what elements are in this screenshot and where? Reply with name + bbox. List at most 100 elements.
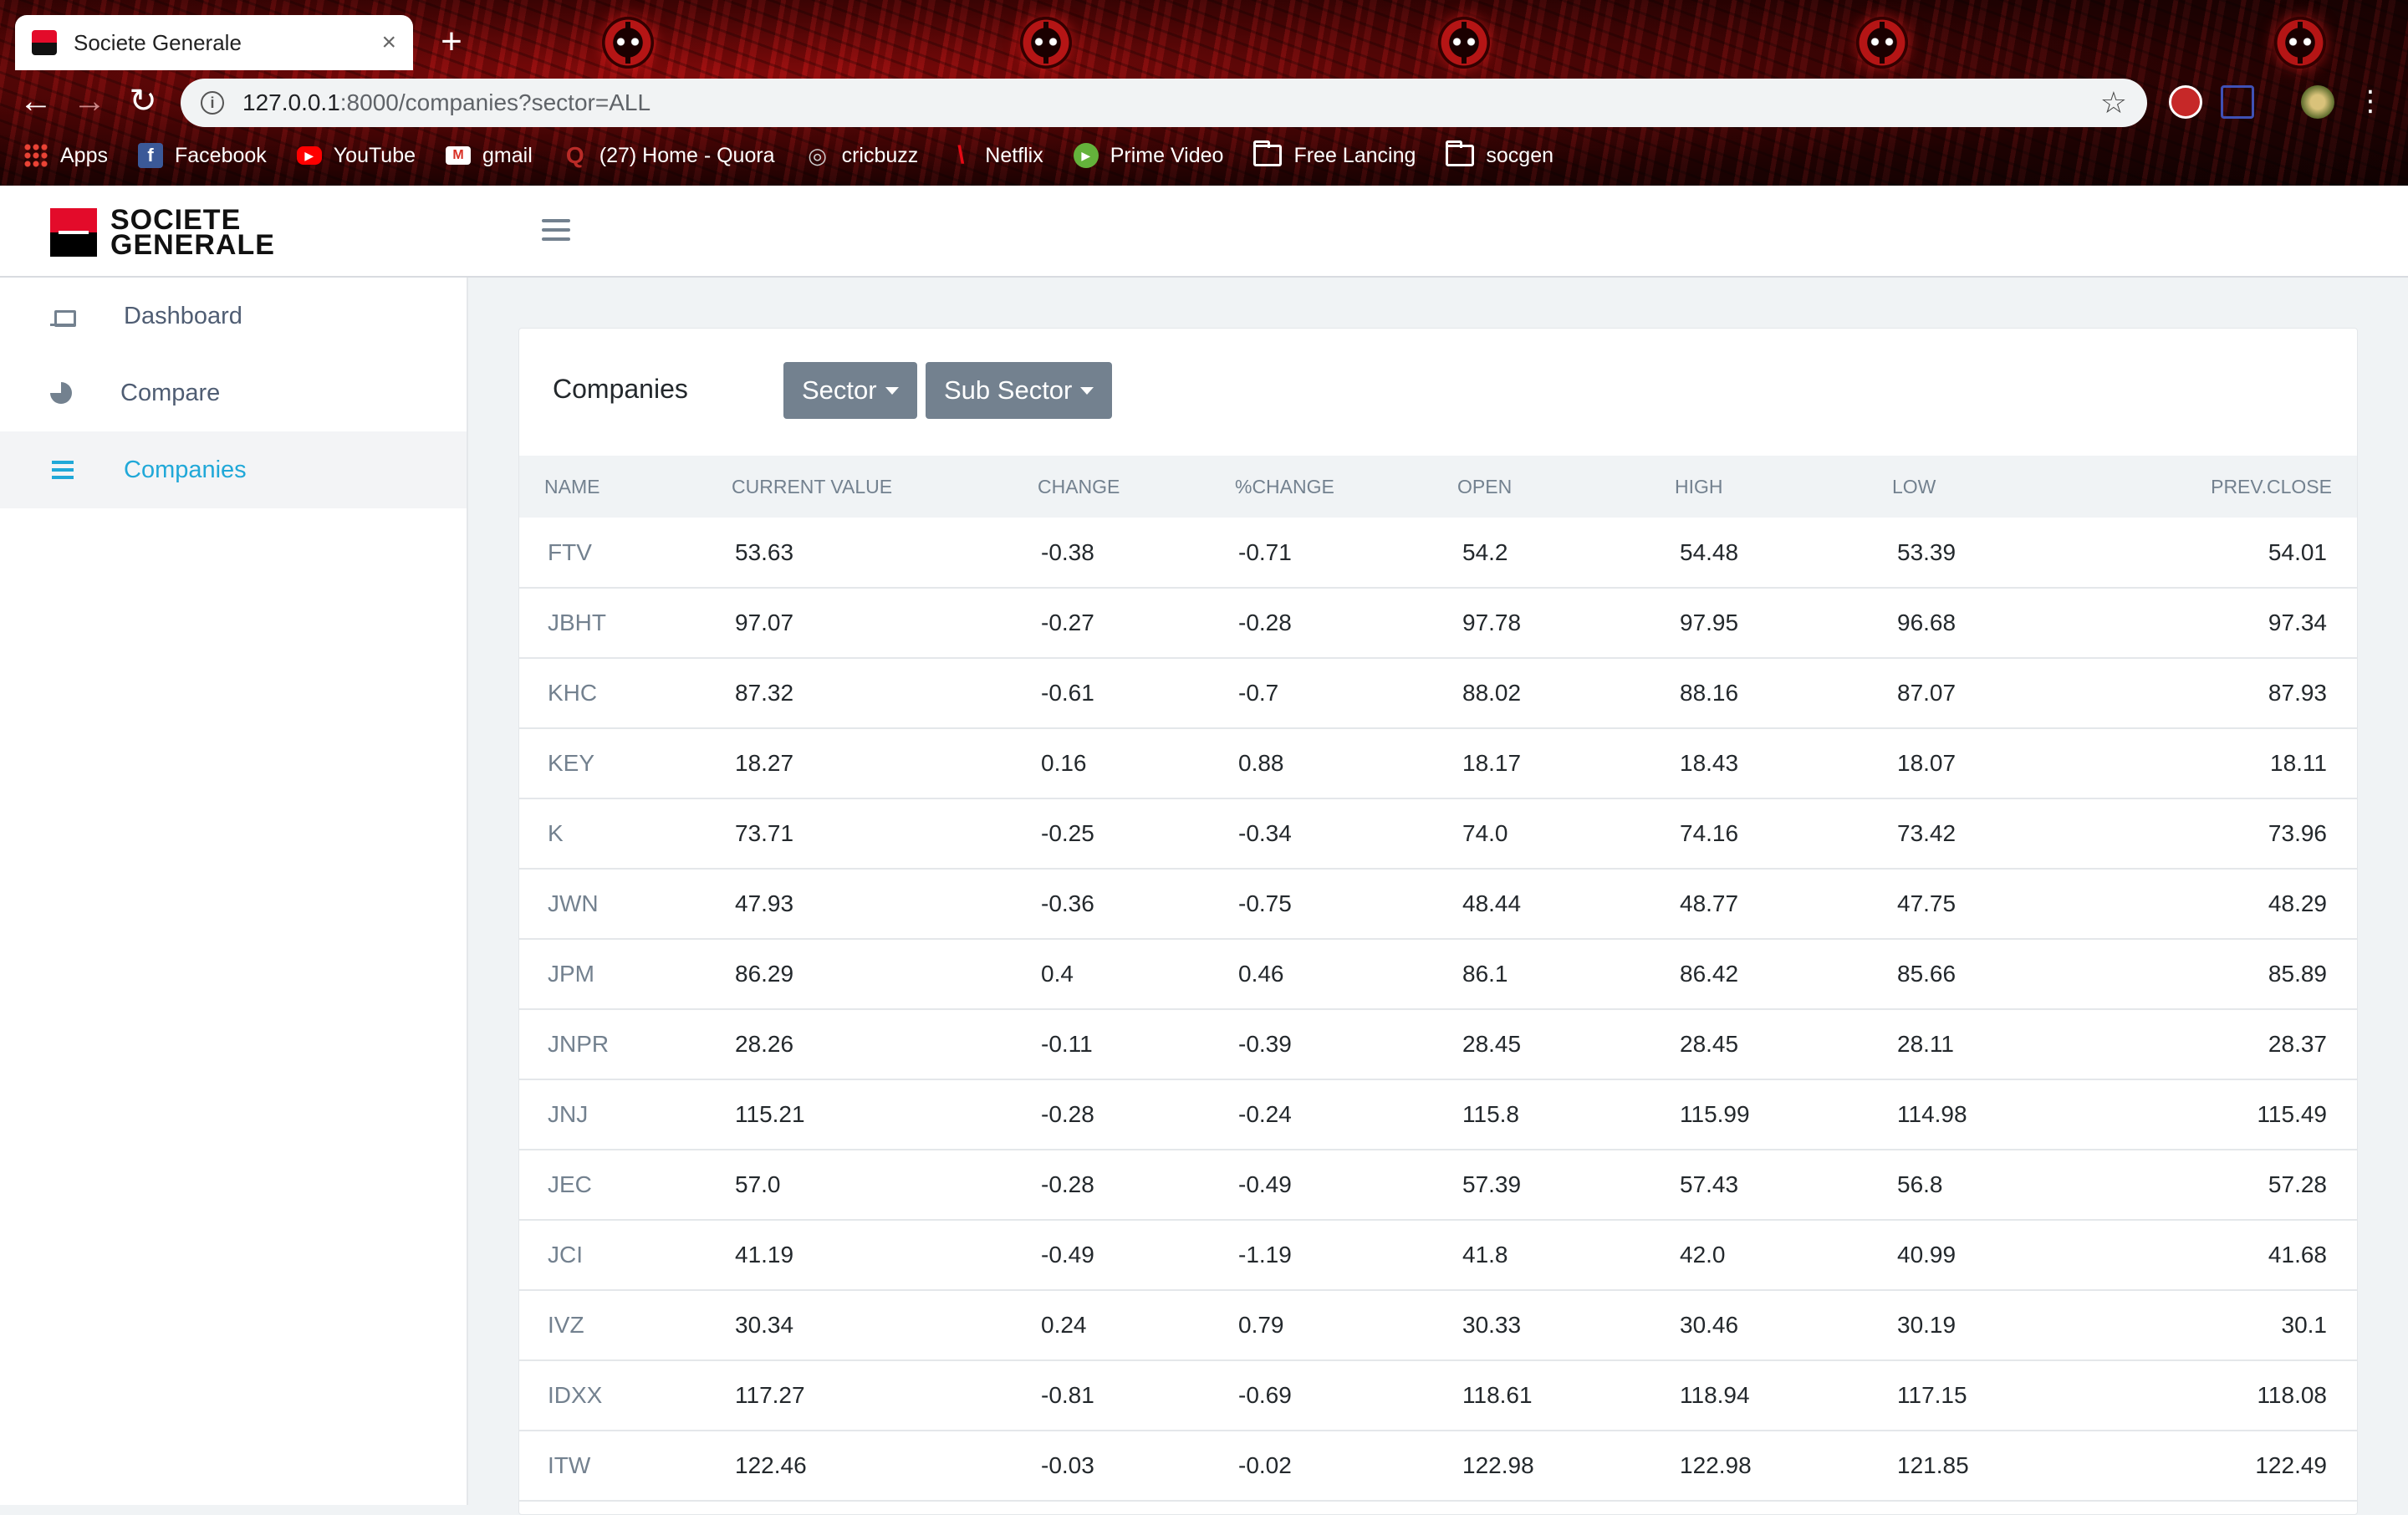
societe-generale-logo[interactable]: SOCIETE GENERALE xyxy=(50,206,275,259)
gmail-icon: M xyxy=(446,146,472,165)
profile-avatar[interactable] xyxy=(2301,85,2334,119)
cell-name: JNJ xyxy=(519,1079,732,1150)
page-title: Companies xyxy=(553,374,688,404)
table-row[interactable]: K 73.71 -0.25 -0.34 74.0 74.16 73.42 73.96 xyxy=(519,798,2357,870)
cell-name: IDXX xyxy=(519,1360,732,1431)
cell-high: 88.16 xyxy=(1675,658,1892,729)
table-row[interactable]: ITW 122.46 -0.03 -0.02 122.98 122.98 121.85 122… xyxy=(519,1431,2357,1502)
menu-kebab-icon[interactable]: ⋮ xyxy=(2351,82,2390,120)
table-row[interactable]: KHC 87.32 -0.61 -0.7 88.02 88.16 87.07 87.93 xyxy=(519,658,2357,729)
adblock-extension-icon[interactable] xyxy=(2169,85,2202,119)
table-row[interactable]: JNPR 28.26 -0.11 -0.39 28.45 28.45 28.11 28.37 xyxy=(519,1009,2357,1080)
bookmark-facebook[interactable]: f Facebook xyxy=(137,143,267,168)
cell-prev-close: 87.93 xyxy=(2143,658,2357,729)
bookmark-prime-video[interactable]: ▶ Prime Video xyxy=(1073,143,1224,168)
table-row[interactable]: JWN 47.93 -0.36 -0.75 48.44 48.77 47.75 48.29 xyxy=(519,869,2357,940)
column-header-name[interactable]: NAME xyxy=(519,456,732,518)
hamburger-menu-icon[interactable] xyxy=(542,219,570,241)
cell-open: 118.61 xyxy=(1457,1360,1675,1431)
bookmark-quora[interactable]: Q (27) Home - Quora xyxy=(563,142,775,168)
cell-prev-close: 18.11 xyxy=(2143,728,2357,799)
table-row[interactable]: IDXX 117.27 -0.81 -0.69 118.61 118.94 117.15 11… xyxy=(519,1360,2357,1431)
bookmark-apps[interactable]: Apps xyxy=(23,143,108,168)
cell-percent-change: -0.69 xyxy=(1235,1360,1457,1431)
bookmark-star-icon[interactable]: ☆ xyxy=(2100,85,2127,120)
bookmark-gmail[interactable]: Mgmail xyxy=(446,144,533,168)
column-header-percent-change[interactable]: %CHANGE xyxy=(1235,456,1457,518)
table-row[interactable]: JNJ 115.21 -0.28 -0.24 115.8 115.99 114.98 115.… xyxy=(519,1079,2357,1150)
table-row[interactable]: KEY 18.27 0.16 0.88 18.17 18.43 18.07 18.11 xyxy=(519,728,2357,799)
address-bar[interactable]: i 127.0.0.1 :8000/companies?sector=ALL ☆ xyxy=(181,79,2147,127)
cell-change: -0.03 xyxy=(1038,1431,1235,1502)
laptop-icon xyxy=(50,304,76,329)
info-icon[interactable]: i xyxy=(201,91,224,115)
subsector-dropdown-button[interactable]: Sub Sector xyxy=(926,362,1113,419)
table-header-row: NAME CURRENT VALUE CHANGE %CHANGE OPEN H… xyxy=(519,456,2357,518)
table-row[interactable]: JEC 57.0 -0.28 -0.49 57.39 57.43 56.8 57.28 xyxy=(519,1150,2357,1221)
extension-icon[interactable] xyxy=(2221,85,2254,119)
browser-tab[interactable]: Societe Generale × xyxy=(15,15,413,70)
reload-icon[interactable]: ↻ xyxy=(124,82,162,120)
sidebar-item-companies[interactable]: Companies xyxy=(0,431,467,508)
logo-text: SOCIETE GENERALE xyxy=(110,206,275,259)
cell-high: 74.16 xyxy=(1675,798,1892,870)
column-header-change[interactable]: CHANGE xyxy=(1038,456,1235,518)
bookmark-free-lancing[interactable]: Free Lancing xyxy=(1253,140,1416,168)
table-row[interactable]: IVZ 30.34 0.24 0.79 30.33 30.46 30.19 30.1 xyxy=(519,1290,2357,1361)
cricbuzz-icon: ◎ xyxy=(808,142,827,168)
cell-current-value: 57.0 xyxy=(732,1150,1038,1221)
bookmark-socgen[interactable]: socgen xyxy=(1446,140,1553,168)
table-row[interactable]: JBHT 97.07 -0.27 -0.28 97.78 97.95 96.68 97.34 xyxy=(519,588,2357,659)
table-row[interactable]: JPM 86.29 0.4 0.46 86.1 86.42 85.66 85.89 xyxy=(519,939,2357,1010)
cell-high: 54.48 xyxy=(1675,518,1892,589)
cell-high: 18.43 xyxy=(1675,728,1892,799)
bookmarks-bar: Apps f Facebook ▶ YouTube Mgmail Q (27) Hom… xyxy=(0,132,2408,179)
theme-mask-icon xyxy=(2274,17,2326,69)
column-header-current-value[interactable]: CURRENT VALUE xyxy=(732,456,1038,518)
cell-open: 48.44 xyxy=(1457,869,1675,940)
cell-low: 30.19 xyxy=(1892,1290,2143,1361)
cell-open: 54.2 xyxy=(1457,518,1675,589)
back-arrow-icon[interactable]: ← xyxy=(17,82,55,120)
cell-current-value: 28.26 xyxy=(732,1009,1038,1080)
cell-current-value: 18.27 xyxy=(732,728,1038,799)
cell-open: 97.78 xyxy=(1457,588,1675,659)
sidebar-item-dashboard[interactable]: Dashboard xyxy=(0,278,467,355)
cell-percent-change: 0.46 xyxy=(1235,939,1457,1010)
cell-high: 122.98 xyxy=(1675,1431,1892,1502)
caret-down-icon xyxy=(1080,386,1094,395)
cell-low: 87.07 xyxy=(1892,658,2143,729)
bookmark-youtube[interactable]: ▶ YouTube xyxy=(296,144,416,168)
table-row[interactable]: FTV 53.63 -0.38 -0.71 54.2 54.48 53.39 54.01 xyxy=(519,518,2357,589)
cell-current-value: 122.46 xyxy=(732,1431,1038,1502)
bookmark-netflix[interactable]: \ Netflix xyxy=(948,141,1043,169)
societe-generale-favicon-icon xyxy=(32,30,57,55)
cell-current-value: 115.21 xyxy=(732,1079,1038,1150)
cell-percent-change: -0.75 xyxy=(1235,869,1457,940)
cell-low: 114.98 xyxy=(1892,1079,2143,1150)
cell-name: JNPR xyxy=(519,1009,732,1080)
cell-current-value: 47.93 xyxy=(732,869,1038,940)
sector-button-label: Sector xyxy=(802,375,877,405)
cell-high: 115.99 xyxy=(1675,1079,1892,1150)
cell-change: -0.36 xyxy=(1038,869,1235,940)
column-header-open[interactable]: OPEN xyxy=(1457,456,1675,518)
cell-high: 28.45 xyxy=(1675,1009,1892,1080)
bookmark-cricbuzz[interactable]: ◎ cricbuzz xyxy=(805,142,918,168)
list-icon xyxy=(50,457,75,482)
close-icon[interactable]: × xyxy=(381,28,396,57)
forward-arrow-icon[interactable]: → xyxy=(70,82,109,120)
cell-name: IVZ xyxy=(519,1290,732,1361)
bookmark-label: Prime Video xyxy=(1110,143,1224,167)
column-header-prev-close[interactable]: PREV.CLOSE xyxy=(2143,456,2357,518)
column-header-high[interactable]: HIGH xyxy=(1675,456,1892,518)
sector-dropdown-button[interactable]: Sector xyxy=(783,362,917,419)
cell-prev-close: 41.68 xyxy=(2143,1220,2357,1291)
table-row[interactable]: JCI 41.19 -0.49 -1.19 41.8 42.0 40.99 41.68 xyxy=(519,1220,2357,1291)
new-tab-icon[interactable]: + xyxy=(435,22,468,62)
column-header-low[interactable]: LOW xyxy=(1892,456,2143,518)
sidebar-item-compare[interactable]: Compare xyxy=(0,355,467,431)
bookmark-label: gmail xyxy=(482,143,533,167)
browser-chrome: Societe Generale × + ← → ↻ i 127.0.0.1 :… xyxy=(0,0,2408,186)
cell-open: 86.1 xyxy=(1457,939,1675,1010)
